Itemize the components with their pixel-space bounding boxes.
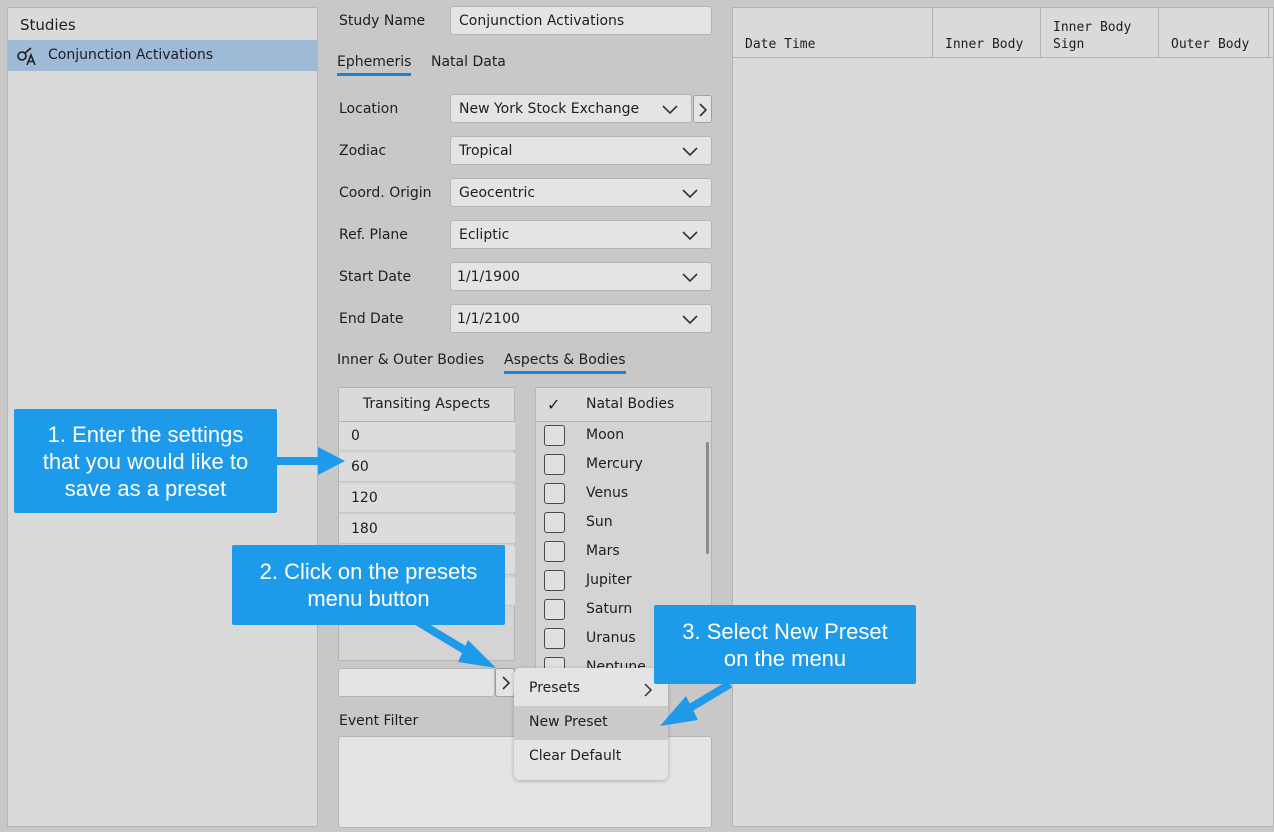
scrollbar-thumb[interactable] bbox=[706, 442, 709, 554]
tab-inner-outer-bodies[interactable]: Inner & Outer Bodies bbox=[337, 352, 484, 368]
ref-plane-label: Ref. Plane bbox=[339, 227, 408, 243]
column-header-inner-body[interactable]: Inner Body bbox=[933, 8, 1041, 58]
end-date-value: 1/1/2100 bbox=[457, 311, 520, 327]
body-checkbox[interactable] bbox=[544, 599, 565, 620]
start-date-label: Start Date bbox=[339, 269, 412, 285]
list-item[interactable]: Jupiter bbox=[536, 567, 706, 596]
location-more-button[interactable] bbox=[693, 95, 712, 123]
presets-context-menu: Presets New Preset Clear Default bbox=[514, 668, 668, 780]
preset-name-input[interactable] bbox=[338, 668, 495, 697]
zodiac-label: Zodiac bbox=[339, 143, 387, 159]
callout-step-1: 1. Enter the settings that you would lik… bbox=[14, 409, 277, 513]
coord-origin-select[interactable]: Geocentric bbox=[450, 178, 712, 207]
chevron-down-icon bbox=[682, 273, 698, 283]
study-item-label: Conjunction Activations bbox=[48, 47, 214, 63]
coord-origin-label: Coord. Origin bbox=[339, 185, 432, 201]
chevron-down-icon bbox=[682, 147, 698, 157]
study-item-conjunction-activations[interactable]: Conjunction Activations bbox=[8, 40, 317, 71]
end-date-label: End Date bbox=[339, 311, 404, 327]
chevron-down-icon bbox=[662, 105, 678, 115]
list-item[interactable]: Venus bbox=[536, 480, 706, 509]
body-name: Saturn bbox=[586, 601, 633, 617]
callout-step-2: 2. Click on the presets menu button bbox=[232, 545, 505, 625]
header-divider bbox=[733, 57, 1273, 58]
natal-bodies-header: ✓ Natal Bodies bbox=[536, 388, 711, 422]
ref-plane-value: Ecliptic bbox=[459, 227, 510, 243]
chevron-down-icon bbox=[682, 231, 698, 241]
list-item[interactable]: Moon bbox=[536, 422, 706, 451]
column-header-outer-body[interactable]: Outer Body bbox=[1159, 8, 1269, 58]
aspect-row[interactable]: 180 bbox=[339, 515, 515, 544]
ref-plane-select[interactable]: Ecliptic bbox=[450, 220, 712, 249]
zodiac-select[interactable]: Tropical bbox=[450, 136, 712, 165]
menu-item-new-preset[interactable]: New Preset bbox=[514, 706, 668, 740]
study-name-label: Study Name bbox=[339, 13, 426, 29]
submenu-arrow-icon bbox=[644, 683, 653, 697]
tab-ephemeris[interactable]: Ephemeris bbox=[337, 54, 412, 76]
chevron-right-icon bbox=[699, 103, 708, 117]
coord-origin-value: Geocentric bbox=[459, 185, 536, 201]
body-checkbox[interactable] bbox=[544, 570, 565, 591]
chevron-down-icon bbox=[682, 315, 698, 325]
arrow-3 bbox=[660, 680, 733, 726]
aspect-row[interactable]: 60 bbox=[339, 453, 515, 482]
body-name: Uranus bbox=[586, 630, 636, 646]
list-item[interactable]: Mars bbox=[536, 538, 706, 567]
body-name: Moon bbox=[586, 427, 625, 443]
body-name: Mercury bbox=[586, 456, 643, 472]
column-header-date-time[interactable]: Date Time bbox=[733, 8, 933, 58]
body-checkbox[interactable] bbox=[544, 454, 565, 475]
studies-title: Studies bbox=[20, 16, 76, 34]
location-value: New York Stock Exchange bbox=[459, 101, 640, 117]
event-filter-label: Event Filter bbox=[339, 713, 419, 729]
presets-menu-button[interactable] bbox=[495, 668, 515, 697]
start-date-picker[interactable]: 1/1/1900 bbox=[450, 262, 712, 291]
column-header-inner-body-sign[interactable]: Inner Body Sign bbox=[1041, 8, 1159, 58]
transiting-aspects-header: Transiting Aspects bbox=[339, 388, 514, 422]
aspect-row[interactable]: 0 bbox=[339, 422, 515, 451]
tab-aspects-bodies[interactable]: Aspects & Bodies bbox=[504, 352, 626, 374]
body-name: Mars bbox=[586, 543, 620, 559]
aspect-row[interactable]: 120 bbox=[339, 484, 515, 513]
natal-bodies-header-label: Natal Bodies bbox=[586, 396, 675, 412]
aspect-icon bbox=[17, 47, 36, 66]
body-checkbox[interactable] bbox=[544, 541, 565, 562]
body-name: Jupiter bbox=[586, 572, 632, 588]
start-date-value: 1/1/1900 bbox=[457, 269, 520, 285]
body-checkbox[interactable] bbox=[544, 628, 565, 649]
tab-natal-data[interactable]: Natal Data bbox=[431, 54, 506, 70]
location-select[interactable]: New York Stock Exchange bbox=[450, 94, 692, 123]
body-name: Venus bbox=[586, 485, 629, 501]
list-item[interactable]: Mercury bbox=[536, 451, 706, 480]
check-all-icon[interactable]: ✓ bbox=[547, 395, 560, 414]
study-name-input[interactable]: Conjunction Activations bbox=[450, 6, 712, 35]
body-checkbox[interactable] bbox=[544, 425, 565, 446]
zodiac-value: Tropical bbox=[459, 143, 513, 159]
menu-item-clear-default[interactable]: Clear Default bbox=[514, 740, 668, 774]
list-item[interactable]: Sun bbox=[536, 509, 706, 538]
end-date-picker[interactable]: 1/1/2100 bbox=[450, 304, 712, 333]
menu-item-presets[interactable]: Presets bbox=[514, 672, 668, 706]
location-label: Location bbox=[339, 101, 399, 117]
chevron-down-icon bbox=[682, 189, 698, 199]
callout-step-3: 3. Select New Preset on the menu bbox=[654, 605, 916, 684]
body-checkbox[interactable] bbox=[544, 483, 565, 504]
chevron-right-icon bbox=[502, 676, 511, 690]
body-checkbox[interactable] bbox=[544, 512, 565, 533]
results-table: Date Time Inner Body Inner Body Sign Out… bbox=[732, 7, 1274, 827]
body-name: Sun bbox=[586, 514, 613, 530]
